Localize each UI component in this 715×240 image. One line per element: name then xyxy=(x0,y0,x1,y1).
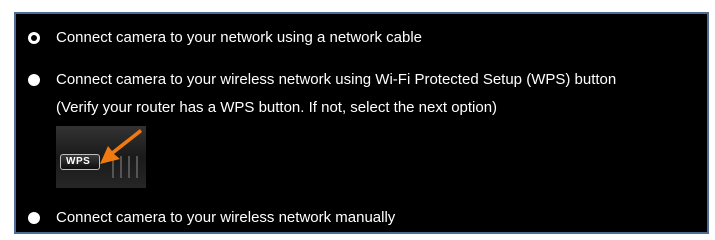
option-wps[interactable]: Connect camera to your wireless network … xyxy=(28,70,616,90)
option-wps-note: (Verify your router has a WPS button. If… xyxy=(56,99,498,116)
radio-manual-wireless[interactable] xyxy=(28,212,40,224)
radio-network-cable[interactable] xyxy=(28,32,40,44)
connection-options-panel: Connect camera to your network using a n… xyxy=(14,12,709,234)
option-network-cable-label: Connect camera to your network using a n… xyxy=(56,29,423,46)
option-manual-wireless[interactable]: Connect camera to your wireless network … xyxy=(28,208,395,228)
option-manual-wireless-label: Connect camera to your wireless network … xyxy=(56,209,396,226)
wps-button-illustration: WPS xyxy=(56,126,146,188)
option-wps-label: Connect camera to your wireless network … xyxy=(56,71,617,88)
radio-wps[interactable] xyxy=(28,74,40,86)
option-network-cable[interactable]: Connect camera to your network using a n… xyxy=(28,28,422,48)
orange-arrow-icon xyxy=(100,129,142,164)
